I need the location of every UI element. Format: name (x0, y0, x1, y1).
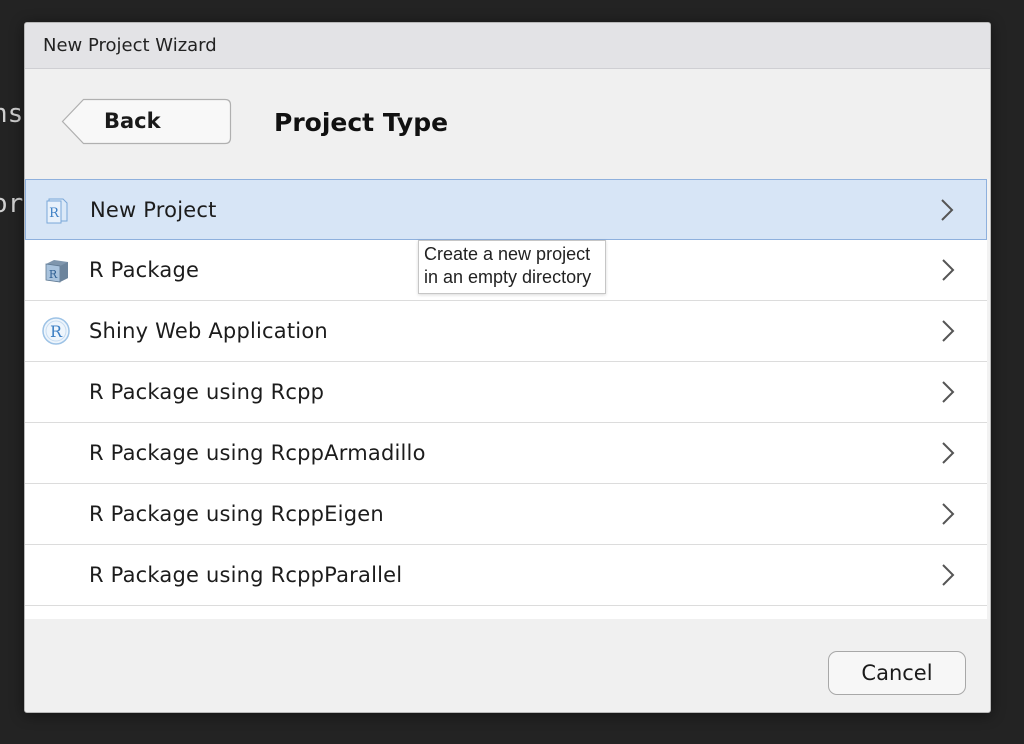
list-item-label: R Package using RcppArmadillo (89, 441, 426, 465)
svg-text:R: R (50, 322, 63, 341)
chevron-right-icon (941, 198, 954, 221)
window-title: New Project Wizard (43, 35, 217, 56)
list-item-shiny-web-application[interactable]: R Shiny Web Application (25, 301, 987, 362)
chevron-right-icon (942, 442, 955, 464)
back-button[interactable]: Back (61, 98, 232, 145)
wizard-footer: Cancel (25, 619, 990, 712)
r-package-icon: R (41, 255, 71, 285)
svg-text:R: R (49, 206, 60, 221)
list-item-r-package-rcppparallel[interactable]: R Package using RcppParallel (25, 545, 987, 606)
tooltip: Create a new project in an empty directo… (418, 240, 606, 294)
page-title: Project Type (274, 108, 449, 137)
list-item-label: R Package using RcppParallel (89, 563, 403, 587)
shiny-icon: R (41, 316, 71, 346)
list-item-label: R Package using RcppEigen (89, 502, 384, 526)
new-project-wizard-dialog: New Project Wizard Back Project Type R N… (24, 22, 991, 713)
list-item-label: New Project (90, 197, 217, 222)
list-item-r-package-rcpparmadillo[interactable]: R Package using RcppArmadillo (25, 423, 987, 484)
wizard-header: Back Project Type (25, 69, 990, 179)
cancel-button[interactable]: Cancel (828, 651, 966, 695)
chevron-right-icon (942, 259, 955, 281)
list-item-label: R Package using Rcpp (89, 380, 325, 404)
list-item-r-package-rcpp[interactable]: R Package using Rcpp (25, 362, 987, 423)
svg-text:R: R (49, 268, 58, 281)
list-item-label: Shiny Web Application (89, 319, 328, 343)
background-text-fragment: or (0, 189, 24, 219)
background-text-fragment: ns (0, 99, 24, 129)
list-item-label: R Package (89, 258, 200, 282)
chevron-right-icon (942, 381, 955, 403)
list-item-r-package-rcppeigen[interactable]: R Package using RcppEigen (25, 484, 987, 545)
chevron-right-icon (942, 564, 955, 586)
list-item-new-project[interactable]: R New Project (25, 179, 987, 240)
back-button-label: Back (104, 109, 161, 133)
window-titlebar: New Project Wizard (25, 23, 990, 69)
chevron-right-icon (942, 320, 955, 342)
r-project-icon: R (42, 195, 72, 225)
chevron-right-icon (942, 503, 955, 525)
